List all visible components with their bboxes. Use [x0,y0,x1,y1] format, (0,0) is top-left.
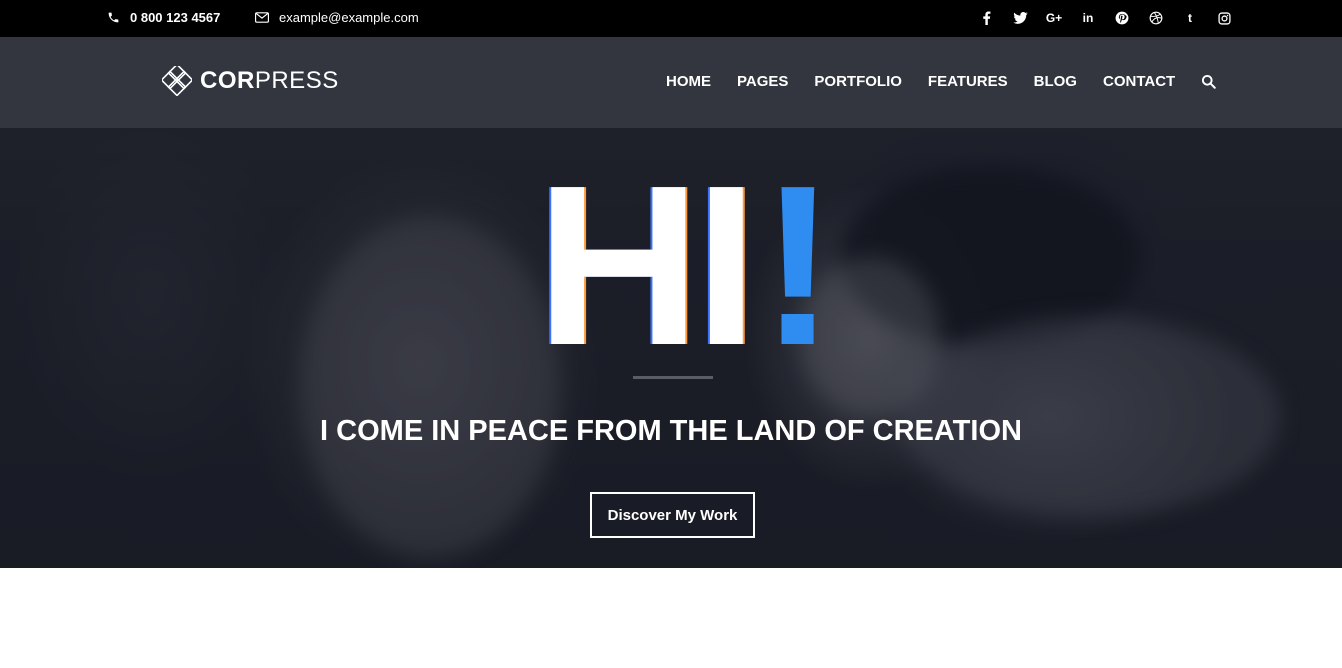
email-contact[interactable]: example@example.com [255,10,419,25]
phone-contact[interactable]: 0 800 123 4567 [107,10,220,25]
nav-item-home[interactable]: HOME [666,73,711,90]
phone-number: 0 800 123 4567 [130,10,221,25]
social-links: G+ in t [978,10,1232,26]
logo-wordmark: CORPRESS [200,67,339,95]
dribbble-icon[interactable] [1148,10,1164,26]
main-navbar: CORPRESS HOME PAGES PORTFOLIO FEATURES B… [0,37,1342,128]
diamond-logo-icon [162,66,192,96]
logo-text-bold: COR [200,67,255,94]
hero-divider [633,376,713,379]
envelope-icon [255,12,269,23]
site-logo[interactable]: CORPRESS [162,66,339,96]
nav-item-portfolio[interactable]: PORTFOLIO [814,73,902,90]
pinterest-icon[interactable] [1114,10,1130,26]
twitter-icon[interactable] [1012,10,1028,26]
google-plus-icon[interactable]: G+ [1046,10,1062,26]
discover-work-button[interactable]: Discover My Work [590,492,755,538]
content-area [0,568,1342,668]
phone-icon [108,12,119,23]
main-menu: HOME PAGES PORTFOLIO FEATURES BLOG CONTA… [666,73,1216,90]
search-icon[interactable] [1201,74,1216,89]
linkedin-icon[interactable]: in [1080,10,1096,26]
tumblr-icon[interactable]: t [1182,10,1198,26]
hero-section: CORPRESS HOME PAGES PORTFOLIO FEATURES B… [0,37,1342,568]
email-address: example@example.com [279,10,419,25]
hero-headline: HI ! [536,139,836,393]
nav-item-features[interactable]: FEATURES [928,73,1008,90]
nav-item-pages[interactable]: PAGES [737,73,788,90]
headline-text: HI [536,139,758,393]
instagram-icon[interactable] [1216,10,1232,26]
logo-text-light: PRESS [254,67,339,94]
nav-item-contact[interactable]: CONTACT [1103,73,1175,90]
top-bar: 0 800 123 4567 example@example.com G+ in… [0,0,1342,37]
nav-item-blog[interactable]: BLOG [1034,73,1077,90]
headline-exclamation: ! [760,139,836,393]
facebook-icon[interactable] [978,10,994,26]
hero-tagline: I COME IN PEACE FROM THE LAND OF CREATIO… [320,415,1022,447]
